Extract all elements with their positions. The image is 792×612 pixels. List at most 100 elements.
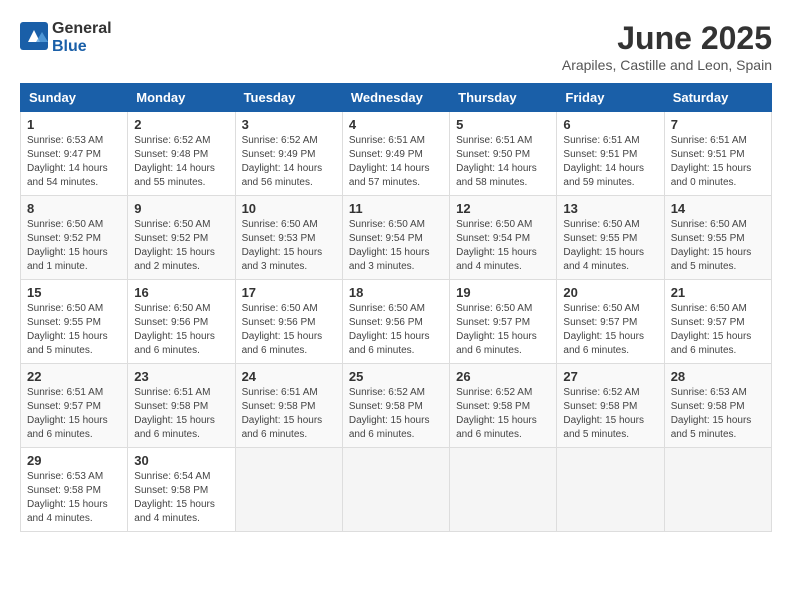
day-number: 20 (563, 285, 657, 300)
calendar-cell: 1 Sunrise: 6:53 AMSunset: 9:47 PMDayligh… (21, 112, 128, 196)
day-number: 3 (242, 117, 336, 132)
day-number: 24 (242, 369, 336, 384)
day-detail: Sunrise: 6:50 AMSunset: 9:54 PMDaylight:… (349, 218, 443, 274)
calendar-cell: 28 Sunrise: 6:53 AMSunset: 9:58 PMDaylig… (664, 364, 771, 448)
calendar-cell: 3 Sunrise: 6:52 AMSunset: 9:49 PMDayligh… (235, 112, 342, 196)
day-detail: Sunrise: 6:53 AMSunset: 9:58 PMDaylight:… (27, 470, 121, 526)
calendar-cell: 20 Sunrise: 6:50 AMSunset: 9:57 PMDaylig… (557, 280, 664, 364)
header-sunday: Sunday (21, 84, 128, 112)
header-thursday: Thursday (450, 84, 557, 112)
day-number: 4 (349, 117, 443, 132)
day-number: 14 (671, 201, 765, 216)
day-detail: Sunrise: 6:51 AMSunset: 9:58 PMDaylight:… (134, 386, 228, 442)
calendar-cell: 19 Sunrise: 6:50 AMSunset: 9:57 PMDaylig… (450, 280, 557, 364)
header-tuesday: Tuesday (235, 84, 342, 112)
day-detail: Sunrise: 6:51 AMSunset: 9:51 PMDaylight:… (671, 134, 765, 190)
logo-blue: Blue (52, 38, 87, 55)
calendar-week-1: 1 Sunrise: 6:53 AMSunset: 9:47 PMDayligh… (21, 112, 772, 196)
calendar-cell: 17 Sunrise: 6:50 AMSunset: 9:56 PMDaylig… (235, 280, 342, 364)
calendar-cell: 27 Sunrise: 6:52 AMSunset: 9:58 PMDaylig… (557, 364, 664, 448)
day-number: 8 (27, 201, 121, 216)
header-row: Sunday Monday Tuesday Wednesday Thursday… (21, 84, 772, 112)
calendar-week-2: 8 Sunrise: 6:50 AMSunset: 9:52 PMDayligh… (21, 196, 772, 280)
day-detail: Sunrise: 6:50 AMSunset: 9:56 PMDaylight:… (349, 302, 443, 358)
calendar-cell: 24 Sunrise: 6:51 AMSunset: 9:58 PMDaylig… (235, 364, 342, 448)
calendar-cell: 18 Sunrise: 6:50 AMSunset: 9:56 PMDaylig… (342, 280, 449, 364)
day-number: 15 (27, 285, 121, 300)
day-number: 11 (349, 201, 443, 216)
day-number: 26 (456, 369, 550, 384)
calendar-week-3: 15 Sunrise: 6:50 AMSunset: 9:55 PMDaylig… (21, 280, 772, 364)
day-detail: Sunrise: 6:52 AMSunset: 9:49 PMDaylight:… (242, 134, 336, 190)
calendar-week-4: 22 Sunrise: 6:51 AMSunset: 9:57 PMDaylig… (21, 364, 772, 448)
calendar-cell: 7 Sunrise: 6:51 AMSunset: 9:51 PMDayligh… (664, 112, 771, 196)
day-detail: Sunrise: 6:50 AMSunset: 9:56 PMDaylight:… (134, 302, 228, 358)
day-detail: Sunrise: 6:52 AMSunset: 9:58 PMDaylight:… (349, 386, 443, 442)
calendar-cell: 26 Sunrise: 6:52 AMSunset: 9:58 PMDaylig… (450, 364, 557, 448)
header-friday: Friday (557, 84, 664, 112)
day-detail: Sunrise: 6:52 AMSunset: 9:58 PMDaylight:… (563, 386, 657, 442)
day-number: 25 (349, 369, 443, 384)
day-number: 29 (27, 453, 121, 468)
calendar-cell: 29 Sunrise: 6:53 AMSunset: 9:58 PMDaylig… (21, 448, 128, 532)
day-detail: Sunrise: 6:50 AMSunset: 9:56 PMDaylight:… (242, 302, 336, 358)
calendar-cell: 21 Sunrise: 6:50 AMSunset: 9:57 PMDaylig… (664, 280, 771, 364)
logo-general: General (52, 20, 112, 37)
calendar-cell: 4 Sunrise: 6:51 AMSunset: 9:49 PMDayligh… (342, 112, 449, 196)
day-detail: Sunrise: 6:51 AMSunset: 9:51 PMDaylight:… (563, 134, 657, 190)
calendar-cell: 5 Sunrise: 6:51 AMSunset: 9:50 PMDayligh… (450, 112, 557, 196)
day-detail: Sunrise: 6:51 AMSunset: 9:58 PMDaylight:… (242, 386, 336, 442)
day-number: 17 (242, 285, 336, 300)
calendar-cell: 6 Sunrise: 6:51 AMSunset: 9:51 PMDayligh… (557, 112, 664, 196)
day-detail: Sunrise: 6:53 AMSunset: 9:47 PMDaylight:… (27, 134, 121, 190)
calendar-cell (342, 448, 449, 532)
calendar-cell: 11 Sunrise: 6:50 AMSunset: 9:54 PMDaylig… (342, 196, 449, 280)
day-detail: Sunrise: 6:50 AMSunset: 9:57 PMDaylight:… (563, 302, 657, 358)
day-number: 6 (563, 117, 657, 132)
day-number: 1 (27, 117, 121, 132)
calendar-cell: 22 Sunrise: 6:51 AMSunset: 9:57 PMDaylig… (21, 364, 128, 448)
calendar-cell (450, 448, 557, 532)
logo-icon (20, 22, 48, 55)
calendar-cell: 30 Sunrise: 6:54 AMSunset: 9:58 PMDaylig… (128, 448, 235, 532)
day-detail: Sunrise: 6:50 AMSunset: 9:55 PMDaylight:… (563, 218, 657, 274)
logo-text: General Blue (52, 20, 112, 56)
day-detail: Sunrise: 6:54 AMSunset: 9:58 PMDaylight:… (134, 470, 228, 526)
day-number: 18 (349, 285, 443, 300)
calendar-cell: 8 Sunrise: 6:50 AMSunset: 9:52 PMDayligh… (21, 196, 128, 280)
day-detail: Sunrise: 6:51 AMSunset: 9:57 PMDaylight:… (27, 386, 121, 442)
calendar-cell: 16 Sunrise: 6:50 AMSunset: 9:56 PMDaylig… (128, 280, 235, 364)
calendar-cell: 2 Sunrise: 6:52 AMSunset: 9:48 PMDayligh… (128, 112, 235, 196)
day-detail: Sunrise: 6:51 AMSunset: 9:50 PMDaylight:… (456, 134, 550, 190)
day-number: 22 (27, 369, 121, 384)
header-saturday: Saturday (664, 84, 771, 112)
day-number: 16 (134, 285, 228, 300)
day-detail: Sunrise: 6:50 AMSunset: 9:52 PMDaylight:… (27, 218, 121, 274)
day-detail: Sunrise: 6:50 AMSunset: 9:55 PMDaylight:… (27, 302, 121, 358)
day-number: 2 (134, 117, 228, 132)
day-detail: Sunrise: 6:50 AMSunset: 9:52 PMDaylight:… (134, 218, 228, 274)
day-number: 28 (671, 369, 765, 384)
calendar-cell: 12 Sunrise: 6:50 AMSunset: 9:54 PMDaylig… (450, 196, 557, 280)
calendar-cell: 15 Sunrise: 6:50 AMSunset: 9:55 PMDaylig… (21, 280, 128, 364)
calendar-cell: 10 Sunrise: 6:50 AMSunset: 9:53 PMDaylig… (235, 196, 342, 280)
calendar-week-5: 29 Sunrise: 6:53 AMSunset: 9:58 PMDaylig… (21, 448, 772, 532)
calendar-cell: 14 Sunrise: 6:50 AMSunset: 9:55 PMDaylig… (664, 196, 771, 280)
day-number: 5 (456, 117, 550, 132)
calendar-cell (235, 448, 342, 532)
logo: General Blue (20, 20, 112, 56)
day-number: 27 (563, 369, 657, 384)
calendar-cell (664, 448, 771, 532)
day-detail: Sunrise: 6:50 AMSunset: 9:55 PMDaylight:… (671, 218, 765, 274)
day-detail: Sunrise: 6:52 AMSunset: 9:58 PMDaylight:… (456, 386, 550, 442)
day-number: 13 (563, 201, 657, 216)
day-detail: Sunrise: 6:53 AMSunset: 9:58 PMDaylight:… (671, 386, 765, 442)
day-number: 23 (134, 369, 228, 384)
title-area: June 2025 Arapiles, Castille and Leon, S… (562, 20, 772, 73)
calendar-table: Sunday Monday Tuesday Wednesday Thursday… (20, 83, 772, 532)
page-title: June 2025 (562, 20, 772, 57)
calendar-cell (557, 448, 664, 532)
day-number: 30 (134, 453, 228, 468)
day-detail: Sunrise: 6:50 AMSunset: 9:54 PMDaylight:… (456, 218, 550, 274)
day-detail: Sunrise: 6:51 AMSunset: 9:49 PMDaylight:… (349, 134, 443, 190)
